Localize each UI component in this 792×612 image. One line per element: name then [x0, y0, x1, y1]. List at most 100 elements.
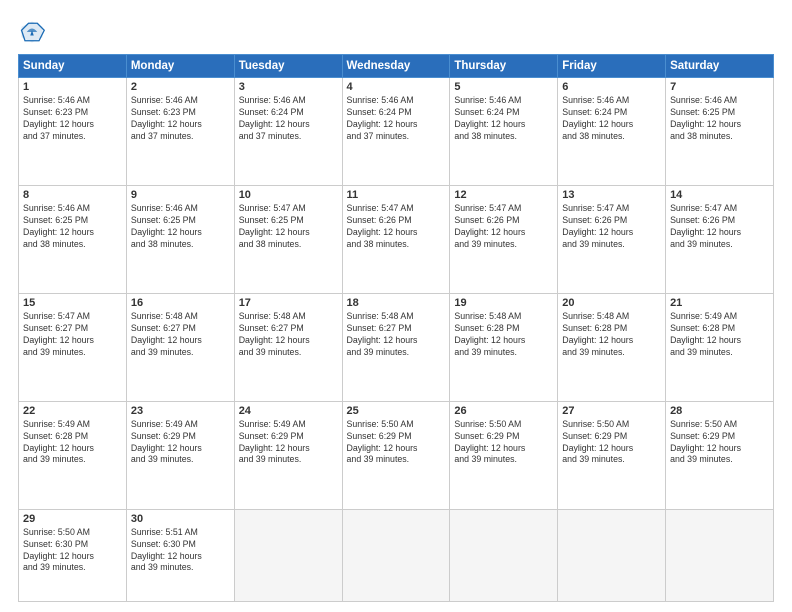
calendar-cell: 24 Sunrise: 5:49 AMSunset: 6:29 PMDayligh…: [234, 401, 342, 509]
day-number: 22: [23, 405, 122, 417]
day-number: 5: [454, 81, 553, 93]
calendar-cell: 16 Sunrise: 5:48 AMSunset: 6:27 PMDayligh…: [126, 293, 234, 401]
calendar-cell: 3 Sunrise: 5:46 AMSunset: 6:24 PMDaylight…: [234, 78, 342, 186]
day-number: 15: [23, 297, 122, 309]
calendar-cell: 27 Sunrise: 5:50 AMSunset: 6:29 PMDayligh…: [558, 401, 666, 509]
day-number: 7: [670, 81, 769, 93]
day-number: 21: [670, 297, 769, 309]
header-wednesday: Wednesday: [342, 55, 450, 78]
day-number: 18: [347, 297, 446, 309]
day-number: 16: [131, 297, 230, 309]
header: [18, 18, 774, 46]
header-tuesday: Tuesday: [234, 55, 342, 78]
calendar-cell: 8 Sunrise: 5:46 AMSunset: 6:25 PMDaylight…: [19, 185, 127, 293]
day-info: Sunrise: 5:47 AMSunset: 6:26 PMDaylight:…: [562, 203, 661, 251]
day-info: Sunrise: 5:48 AMSunset: 6:27 PMDaylight:…: [131, 311, 230, 359]
day-info: Sunrise: 5:50 AMSunset: 6:29 PMDaylight:…: [562, 419, 661, 467]
calendar-cell: 10 Sunrise: 5:47 AMSunset: 6:25 PMDayligh…: [234, 185, 342, 293]
day-info: Sunrise: 5:49 AMSunset: 6:29 PMDaylight:…: [239, 419, 338, 467]
day-number: 25: [347, 405, 446, 417]
day-number: 12: [454, 189, 553, 201]
calendar-cell: 23Sunrise: 5:49 AMSunset: 6:29 PMDayligh…: [126, 401, 234, 509]
calendar-cell: 29 Sunrise: 5:50 AMSunset: 6:30 PMDayligh…: [19, 509, 127, 601]
day-info: Sunrise: 5:48 AMSunset: 6:28 PMDaylight:…: [454, 311, 553, 359]
day-info: Sunrise: 5:47 AMSunset: 6:26 PMDaylight:…: [454, 203, 553, 251]
day-info: Sunrise: 5:49 AMSunset: 6:28 PMDaylight:…: [670, 311, 769, 359]
calendar-cell: 19Sunrise: 5:48 AMSunset: 6:28 PMDayligh…: [450, 293, 558, 401]
header-thursday: Thursday: [450, 55, 558, 78]
day-info: Sunrise: 5:47 AMSunset: 6:25 PMDaylight:…: [239, 203, 338, 251]
day-number: 13: [562, 189, 661, 201]
day-number: 30: [131, 513, 230, 525]
day-info: Sunrise: 5:50 AMSunset: 6:29 PMDaylight:…: [347, 419, 446, 467]
calendar-cell: 2 Sunrise: 5:46 AMSunset: 6:23 PMDaylight…: [126, 78, 234, 186]
day-number: 9: [131, 189, 230, 201]
calendar-cell: 12 Sunrise: 5:47 AMSunset: 6:26 PMDayligh…: [450, 185, 558, 293]
calendar-cell: 14Sunrise: 5:47 AMSunset: 6:26 PMDayligh…: [666, 185, 774, 293]
day-number: 17: [239, 297, 338, 309]
day-number: 2: [131, 81, 230, 93]
header-saturday: Saturday: [666, 55, 774, 78]
day-info: Sunrise: 5:47 AMSunset: 6:26 PMDaylight:…: [347, 203, 446, 251]
logo-icon: [18, 18, 46, 46]
day-info: Sunrise: 5:50 AMSunset: 6:30 PMDaylight:…: [23, 527, 122, 575]
calendar-cell: 17Sunrise: 5:48 AMSunset: 6:27 PMDayligh…: [234, 293, 342, 401]
day-info: Sunrise: 5:46 AMSunset: 6:25 PMDaylight:…: [131, 203, 230, 251]
calendar-cell: 11 Sunrise: 5:47 AMSunset: 6:26 PMDayligh…: [342, 185, 450, 293]
calendar-cell: [666, 509, 774, 601]
day-info: Sunrise: 5:46 AMSunset: 6:24 PMDaylight:…: [562, 95, 661, 143]
calendar-week-1: 1 Sunrise: 5:46 AMSunset: 6:23 PMDaylight…: [19, 78, 774, 186]
day-number: 6: [562, 81, 661, 93]
calendar-cell: 5 Sunrise: 5:46 AMSunset: 6:24 PMDaylight…: [450, 78, 558, 186]
day-number: 28: [670, 405, 769, 417]
header-friday: Friday: [558, 55, 666, 78]
day-info: Sunrise: 5:50 AMSunset: 6:29 PMDaylight:…: [670, 419, 769, 467]
calendar-cell: 22 Sunrise: 5:49 AMSunset: 6:28 PMDayligh…: [19, 401, 127, 509]
calendar-cell: [558, 509, 666, 601]
day-info: Sunrise: 5:48 AMSunset: 6:28 PMDaylight:…: [562, 311, 661, 359]
day-info: Sunrise: 5:46 AMSunset: 6:23 PMDaylight:…: [23, 95, 122, 143]
day-info: Sunrise: 5:49 AMSunset: 6:29 PMDaylight:…: [131, 419, 230, 467]
header-sunday: Sunday: [19, 55, 127, 78]
calendar-cell: 21 Sunrise: 5:49 AMSunset: 6:28 PMDayligh…: [666, 293, 774, 401]
day-info: Sunrise: 5:49 AMSunset: 6:28 PMDaylight:…: [23, 419, 122, 467]
calendar-cell: 1 Sunrise: 5:46 AMSunset: 6:23 PMDaylight…: [19, 78, 127, 186]
day-number: 24: [239, 405, 338, 417]
day-number: 3: [239, 81, 338, 93]
day-number: 27: [562, 405, 661, 417]
day-info: Sunrise: 5:46 AMSunset: 6:25 PMDaylight:…: [670, 95, 769, 143]
calendar-cell: 18 Sunrise: 5:48 AMSunset: 6:27 PMDayligh…: [342, 293, 450, 401]
day-info: Sunrise: 5:47 AMSunset: 6:26 PMDaylight:…: [670, 203, 769, 251]
calendar-cell: 7 Sunrise: 5:46 AMSunset: 6:25 PMDaylight…: [666, 78, 774, 186]
calendar-cell: 26Sunrise: 5:50 AMSunset: 6:29 PMDayligh…: [450, 401, 558, 509]
calendar-cell: [234, 509, 342, 601]
calendar-cell: [342, 509, 450, 601]
calendar-table: SundayMondayTuesdayWednesdayThursdayFrid…: [18, 54, 774, 602]
calendar-cell: 25 Sunrise: 5:50 AMSunset: 6:29 PMDayligh…: [342, 401, 450, 509]
calendar-week-5: 29 Sunrise: 5:50 AMSunset: 6:30 PMDayligh…: [19, 509, 774, 601]
day-info: Sunrise: 5:48 AMSunset: 6:27 PMDaylight:…: [347, 311, 446, 359]
day-number: 29: [23, 513, 122, 525]
day-number: 1: [23, 81, 122, 93]
calendar-cell: 4Sunrise: 5:46 AMSunset: 6:24 PMDaylight…: [342, 78, 450, 186]
day-info: Sunrise: 5:46 AMSunset: 6:23 PMDaylight:…: [131, 95, 230, 143]
day-number: 11: [347, 189, 446, 201]
calendar-week-2: 8 Sunrise: 5:46 AMSunset: 6:25 PMDaylight…: [19, 185, 774, 293]
page: SundayMondayTuesdayWednesdayThursdayFrid…: [0, 0, 792, 612]
day-info: Sunrise: 5:46 AMSunset: 6:24 PMDaylight:…: [239, 95, 338, 143]
calendar-cell: 15 Sunrise: 5:47 AMSunset: 6:27 PMDayligh…: [19, 293, 127, 401]
day-info: Sunrise: 5:51 AMSunset: 6:30 PMDaylight:…: [131, 527, 230, 575]
header-monday: Monday: [126, 55, 234, 78]
day-number: 4: [347, 81, 446, 93]
calendar-week-3: 15 Sunrise: 5:47 AMSunset: 6:27 PMDayligh…: [19, 293, 774, 401]
calendar-cell: 13 Sunrise: 5:47 AMSunset: 6:26 PMDayligh…: [558, 185, 666, 293]
day-number: 10: [239, 189, 338, 201]
calendar-cell: 9 Sunrise: 5:46 AMSunset: 6:25 PMDaylight…: [126, 185, 234, 293]
calendar-header-row: SundayMondayTuesdayWednesdayThursdayFrid…: [19, 55, 774, 78]
logo: [18, 18, 50, 46]
day-number: 26: [454, 405, 553, 417]
day-info: Sunrise: 5:46 AMSunset: 6:24 PMDaylight:…: [454, 95, 553, 143]
day-number: 8: [23, 189, 122, 201]
day-info: Sunrise: 5:46 AMSunset: 6:25 PMDaylight:…: [23, 203, 122, 251]
day-info: Sunrise: 5:47 AMSunset: 6:27 PMDaylight:…: [23, 311, 122, 359]
